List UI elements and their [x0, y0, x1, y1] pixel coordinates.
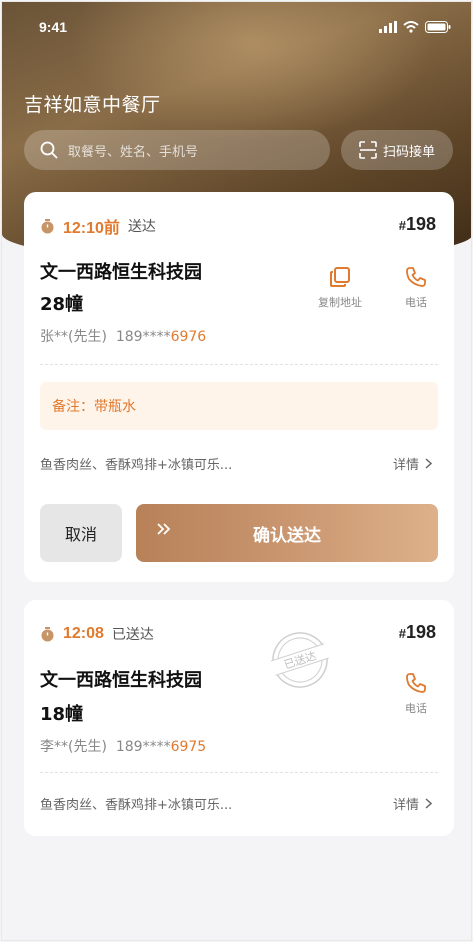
wifi-icon — [403, 21, 419, 33]
contact-phone-tail: 6976 — [170, 329, 207, 345]
copy-address-label: 复制地址 — [318, 296, 362, 309]
timer-icon — [41, 626, 54, 641]
order-note: 备注：带瓶水 — [40, 382, 438, 430]
battery-icon — [425, 21, 451, 33]
contact-phone-masked: 189**** — [115, 329, 171, 345]
delivery-time-row: 12:08 已送达 — [40, 624, 154, 644]
contact-info: 李**(先生) 189****6975 — [40, 736, 206, 756]
timer-icon — [41, 218, 54, 233]
confirm-delivery-button[interactable]: 确认送达 — [136, 504, 438, 562]
search-input[interactable]: 取餐号、姓名、手机号 — [68, 141, 198, 160]
card-divider — [40, 772, 438, 773]
order-hash: # — [398, 218, 406, 233]
address-line2: 28幢 — [40, 294, 84, 315]
order-card-delivered: 12:08 已送达 #198 已送达 文一西路恒生科技园 18幢 李**(先生)… — [24, 600, 454, 836]
scan-order-button[interactable]: 扫码接单 — [341, 130, 453, 170]
contact-phone-masked: 189**** — [115, 739, 171, 755]
order-items: 鱼香肉丝、香酥鸡排+冰镇可乐... — [40, 798, 233, 813]
call-button[interactable]: 电话 — [405, 672, 427, 716]
copy-icon — [330, 267, 350, 287]
call-label: 电话 — [405, 296, 427, 309]
scan-label: 扫码接单 — [382, 144, 435, 160]
search-icon — [40, 141, 58, 159]
restaurant-title: 吉祥如意中餐厅 — [24, 94, 161, 116]
details-link[interactable]: 详情 — [393, 794, 432, 813]
delivery-deadline: 12:10前 — [63, 220, 120, 237]
details-label: 详情 — [392, 798, 419, 813]
chevron-right-icon — [425, 798, 432, 809]
call-label: 电话 — [405, 702, 427, 715]
contact-name: 张**(先生) — [40, 329, 107, 345]
chevron-right-icon — [425, 458, 432, 469]
cancel-button[interactable]: 取消 — [40, 504, 122, 562]
contact-name: 李**(先生) — [40, 739, 107, 755]
address-line2: 18幢 — [40, 704, 84, 725]
delivered-stamp: 已送达 — [270, 632, 329, 688]
search-bar[interactable]: 取餐号、姓名、手机号 — [24, 130, 330, 170]
order-card-pending: 12:10前 送达 #198 文一西路恒生科技园 28幢 张**(先生) 189… — [24, 192, 454, 582]
order-number: #198 — [399, 622, 436, 643]
double-chevron-icon — [157, 523, 171, 535]
phone-icon — [406, 267, 426, 287]
details-label: 详情 — [392, 458, 419, 473]
call-button[interactable]: 电话 — [405, 266, 427, 310]
status-icons — [379, 21, 451, 33]
order-number-value: 198 — [405, 622, 436, 642]
signal-icon — [379, 21, 397, 33]
contact-info: 张**(先生) 189****6976 — [40, 326, 206, 346]
contact-phone-tail: 6975 — [170, 739, 207, 755]
order-items: 鱼香肉丝、香酥鸡排+冰镇可乐... — [40, 458, 233, 473]
order-number: #198 — [399, 214, 436, 235]
phone-icon — [406, 673, 426, 693]
status-bar: 9:41 — [2, 2, 471, 52]
address-line1: 文一西路恒生科技园 — [40, 670, 202, 691]
scan-icon — [359, 141, 377, 159]
confirm-label: 确认送达 — [253, 525, 321, 546]
delivery-status: 送达 — [127, 219, 156, 235]
order-hash: # — [398, 626, 406, 641]
order-number-value: 198 — [405, 214, 436, 234]
details-link[interactable]: 详情 — [393, 454, 432, 473]
address-line1: 文一西路恒生科技园 — [40, 262, 202, 283]
status-time: 9:41 — [39, 19, 68, 35]
app-screen: 9:41 吉祥如意中餐厅 取餐号、姓名、手机号 扫码接单 12:10前 送达 #… — [1, 1, 472, 941]
delivery-time: 12:08 — [63, 625, 104, 642]
copy-address-button[interactable]: 复制地址 — [318, 266, 362, 310]
card-divider — [40, 364, 438, 365]
delivery-status: 已送达 — [111, 627, 154, 643]
delivery-time-row: 12:10前 送达 — [40, 214, 156, 238]
